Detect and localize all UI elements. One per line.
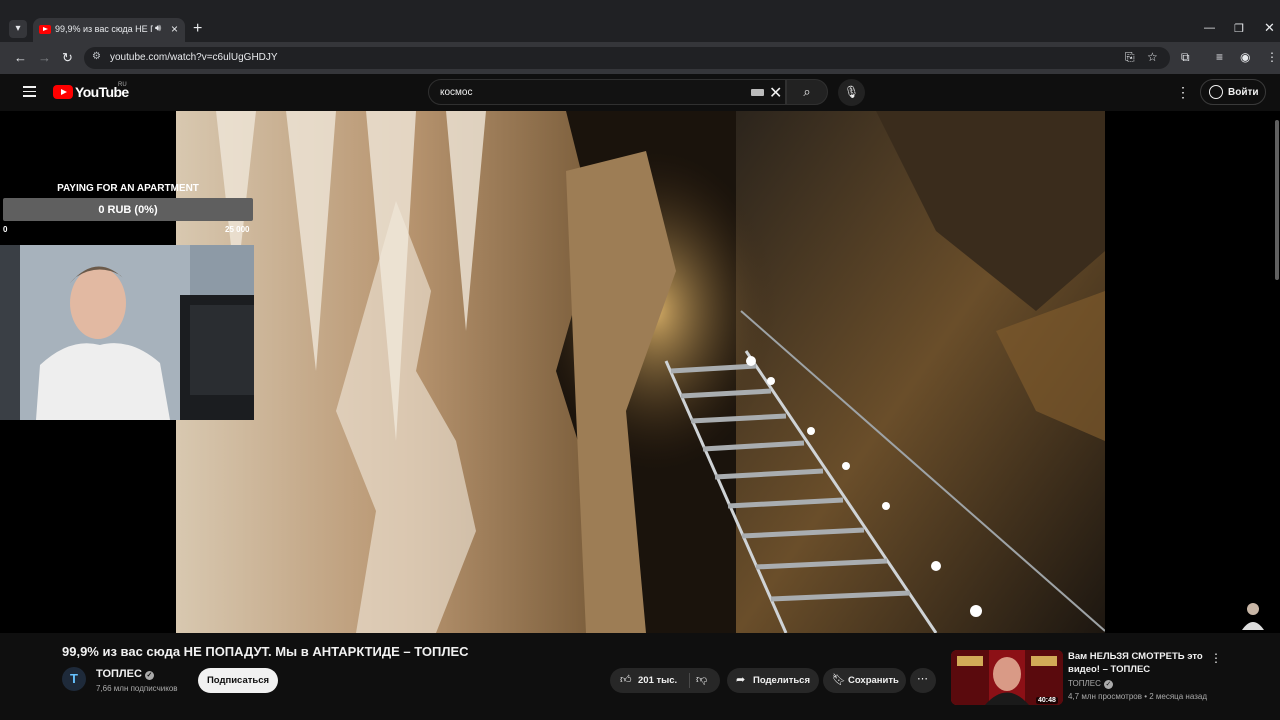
restore-window-icon[interactable]: ❐ [1234,22,1244,35]
share-icon: ➦ [736,674,746,686]
more-actions-button[interactable]: ⋯ [910,668,936,693]
keyboard-icon[interactable] [751,89,764,96]
video-player[interactable]: PAYING FOR AN APARTMENT 0 RUB (0%) 0 25 … [0,111,1280,633]
search-input-value[interactable]: космос [440,87,473,98]
search-button[interactable]: ⌕ [786,79,828,105]
clear-search-icon[interactable]: ✕ [769,83,782,103]
like-icon[interactable]: 👍︎ [620,673,632,686]
video-title: 99,9% из вас сюда НЕ ПОПАДУТ. Мы в АНТАР… [62,644,469,659]
browser-tab[interactable]: 99,9% из вас сюда НЕ ПОПАДУТ 🔊︎ × [33,18,185,42]
tab-search-button[interactable]: ▾ [9,20,27,38]
profile-icon[interactable]: ◉ [1240,50,1250,64]
youtube-masthead: YouTube RU космос ✕ ⌕ 🎙︎ ⋮ Войти [0,74,1280,111]
streamer-webcam-image [0,245,254,420]
save-bookmark-icon: 🔖︎ [832,674,846,686]
new-tab-icon[interactable]: + [193,20,202,38]
donation-min-label: 0 [3,225,8,234]
install-app-icon[interactable]: ⎘ [1125,50,1135,65]
cave-scene-image [176,111,1105,633]
microphone-icon: 🎙︎ [843,85,860,99]
like-count[interactable]: 201 тыс. [638,675,677,686]
voice-search-button[interactable]: 🎙︎ [838,79,865,106]
back-icon[interactable]: ← [14,50,27,65]
subscriber-count: 7,66 млн подписчиков [96,684,178,693]
extensions-icon[interactable]: ⧉ [1181,50,1190,65]
recommendation-menu-icon[interactable]: ⋮ [1210,651,1222,665]
channel-name-container[interactable]: ТОПЛЕС ✓ [96,668,154,680]
forward-icon[interactable]: → [38,50,51,65]
donation-progress-bar: 0 RUB (0%) [3,198,253,221]
search-icon: ⌕ [803,84,811,99]
channel-watermark-icon[interactable] [1238,600,1268,630]
video-frame-cave[interactable] [176,111,1105,633]
recommendation-channel-container[interactable]: ТОПЛЕС ✓ [1068,679,1113,689]
share-button[interactable]: ➦ Поделиться [727,668,819,693]
close-window-icon[interactable]: ✕ [1264,20,1275,36]
reload-icon[interactable]: ↻ [62,50,73,66]
media-controls-icon[interactable]: ≡ [1216,50,1223,64]
browser-tab-strip: ▾ 99,9% из вас сюда НЕ ПОПАДУТ 🔊︎ × + — … [0,0,1280,42]
audio-playing-icon[interactable]: 🔊︎ [155,23,161,34]
donation-goal-title: PAYING FOR AN APARTMENT [57,183,199,194]
address-bar[interactable]: ⚙︎ youtube.com/watch?v=c6ulUgGHDJY ⎘ ☆ [84,47,1170,69]
subscribe-button[interactable]: Подписаться [198,668,278,693]
save-label: Сохранить [848,675,899,686]
settings-kebab-icon[interactable]: ⋮ [1176,84,1190,101]
browser-toolbar: ← → ↻ ⚙︎ youtube.com/watch?v=c6ulUgGHDJY… [0,42,1280,74]
recommendation-meta: 4,7 млн просмотров • 2 месяца назад [1068,692,1207,701]
hamburger-menu-icon[interactable] [23,86,36,97]
verified-icon: ✓ [144,671,154,680]
browser-menu-icon[interactable]: ⋮ [1266,50,1278,64]
donation-max-label: 25 000 [225,225,250,234]
youtube-logo-icon[interactable] [53,85,73,99]
recommendation-title[interactable]: Вам НЕЛЬЗЯ СМОТРЕТЬ это видео! – ТОПЛЕС [1068,650,1208,676]
like-dislike-group: 👍︎ 201 тыс. 👎︎ [610,668,720,693]
country-code: RU [118,82,127,88]
site-info-icon[interactable]: ⚙︎ [92,51,101,62]
streamer-webcam [0,245,254,420]
share-label: Поделиться [753,675,811,686]
verified-icon: ✓ [1103,680,1113,689]
tab-title: 99,9% из вас сюда НЕ ПОПАДУТ [55,24,153,34]
sign-in-label: Войти [1228,87,1259,98]
recommendation-channel[interactable]: ТОПЛЕС [1068,679,1101,688]
close-tab-icon[interactable]: × [171,22,178,36]
sign-in-button[interactable]: Войти [1200,79,1266,105]
page-scrollbar[interactable] [1275,120,1279,280]
bookmark-star-icon[interactable]: ☆ [1147,50,1158,64]
more-horizontal-icon: ⋯ [917,673,928,685]
donation-progress-label: 0 RUB (0%) [98,204,158,216]
dislike-icon[interactable]: 👎︎ [696,673,707,686]
recommendation-duration: 40:48 [1036,697,1058,704]
like-divider [689,673,690,688]
youtube-favicon-icon [39,25,51,34]
account-icon [1209,85,1223,99]
url-text[interactable]: youtube.com/watch?v=c6ulUgGHDJY [110,52,278,63]
minimize-window-icon[interactable]: — [1204,22,1215,34]
search-input[interactable]: космос ✕ [428,79,786,105]
channel-name[interactable]: ТОПЛЕС [96,668,142,680]
save-button[interactable]: 🔖︎ Сохранить [823,668,906,693]
channel-avatar[interactable]: T [62,667,86,691]
